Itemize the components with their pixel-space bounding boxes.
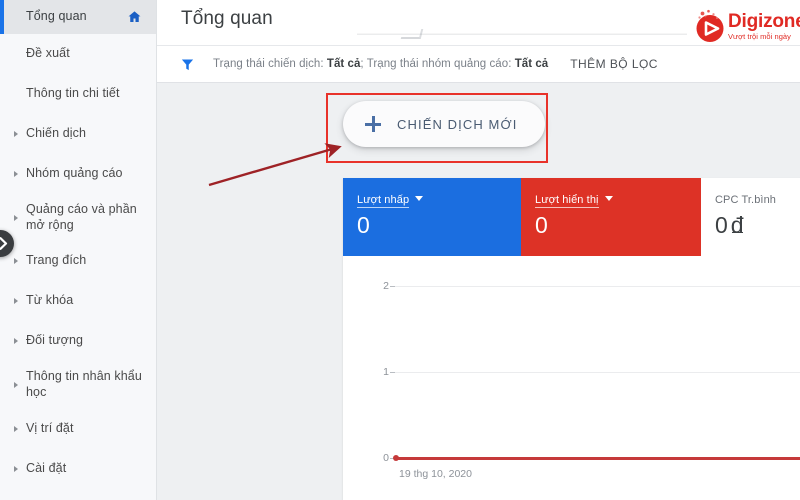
metric-card-label: CPC Tr.bình [715,194,777,206]
y-axis-tick: 2 [383,280,389,292]
chart-series-start-point [393,455,399,461]
metric-card-impressions[interactable]: Lượt hiển thị 0 [521,178,701,256]
chevron-right-icon [14,298,18,304]
filter-icon[interactable] [179,56,195,72]
page-title: Tổng quan [181,8,273,29]
sidebar-item-label: Vị trí đặt [26,421,74,436]
sidebar-item-thong-tin-nhan-khau-hoc[interactable]: Thông tin nhân khẩu học [0,361,156,409]
chevron-right-icon [14,382,18,388]
filter-separator: ; [360,58,364,70]
chevron-down-icon[interactable] [604,196,613,201]
metric-card-label: Lượt nhấp [357,194,410,208]
metric-card-label: Lượt hiển thị [535,194,599,208]
y-axis-tick: 0 [383,452,389,464]
chevron-right-icon [14,338,18,344]
grid-line [395,286,800,287]
add-filter-button[interactable]: THÊM BỘ LỌC [570,57,658,71]
x-axis-tick-label: 19 thg 10, 2020 [399,468,472,480]
main-content: CHIẾN DỊCH MỚI Lượt nhấp 0 Lượt hiển thị… [157,83,800,500]
campaign-status-value: Tất cả [326,58,361,70]
axis-tick-stub [390,286,395,287]
header-partial-chevron-icon [400,29,424,39]
campaign-status-filter[interactable]: Trạng thái chiến dịch: Tất cả; Trạng thá… [213,58,548,70]
metric-cards: Lượt nhấp 0 Lượt hiển thị 0 CPC Tr.bình … [343,178,800,256]
sidebar-item-label: Trang đích [26,253,87,268]
new-campaign-label: CHIẾN DỊCH MỚI [397,116,518,132]
sidebar: Tổng quan Đề xuất Thông tin chi tiết Chi… [0,0,157,500]
grid-line [395,372,800,373]
plus-icon [365,116,381,132]
sidebar-item-trang-dich[interactable]: Trang đích [0,241,156,281]
sidebar-item-label: Quảng cáo và phần mở rộng [26,201,137,232]
new-campaign-button-wrap: CHIẾN DỊCH MỚI [343,101,546,147]
filter-bar: Trạng thái chiến dịch: Tất cả; Trạng thá… [157,45,800,83]
play-circle-icon [690,6,730,46]
chevron-right-icon [0,237,7,250]
currency-symbol: đ [730,212,744,238]
sidebar-item-thong-tin-chi-tiet[interactable]: Thông tin chi tiết [0,74,156,114]
chevron-right-icon [14,171,18,177]
adgroup-status-value: Tất cả [514,58,549,70]
sidebar-item-tu-khoa[interactable]: Từ khóa [0,281,156,321]
home-icon [127,10,142,25]
logo-tagline: Vượt trội mỗi ngày [728,31,791,41]
metric-card-value: 0 [357,212,370,238]
sidebar-item-label: Đề xuất [26,46,70,61]
sidebar-item-quang-cao-va-phan-mo-rong[interactable]: Quảng cáo và phần mở rộng [0,194,156,241]
logo-text: Digizone Vượt trội mỗi ngày [728,12,800,41]
sidebar-item-label: Nhóm quảng cáo [26,166,123,181]
sidebar-item-label: Chiến dịch [26,126,87,141]
chevron-down-icon[interactable] [415,196,424,201]
sidebar-item-label: Đối tượng [26,333,84,348]
sidebar-item-label: Cài đặt [26,461,67,476]
sidebar-item-cai-dat[interactable]: Cài đặt [0,449,156,489]
axis-tick-stub [390,372,395,373]
chevron-right-icon [14,258,18,264]
chevron-right-icon [14,466,18,472]
sidebar-item-tong-quan[interactable]: Tổng quan [0,0,156,34]
chevron-right-icon [14,426,18,432]
metric-card-value: 0đ [715,214,800,237]
metric-card-clicks[interactable]: Lượt nhấp 0 [343,178,521,256]
chevron-right-icon [14,131,18,137]
metric-card-avg-cpc[interactable]: CPC Tr.bình 0đ [701,178,800,256]
sidebar-item-doi-tuong[interactable]: Đối tượng [0,321,156,361]
sidebar-item-label: Từ khóa [26,293,74,308]
chart-series-line-luot-nhap [395,457,800,460]
overview-panel: Lượt nhấp 0 Lượt hiển thị 0 CPC Tr.bình … [343,178,800,500]
sidebar-item-vi-tri-dat[interactable]: Vị trí đặt [0,409,156,449]
new-campaign-button[interactable]: CHIẾN DỊCH MỚI [343,101,546,147]
sidebar-item-nhom-quang-cao[interactable]: Nhóm quảng cáo [0,154,156,194]
sidebar-item-label: Tổng quan [26,9,87,24]
app-root: Tổng quan Đề xuất Thông tin chi tiết Chi… [0,0,800,500]
logo-wordmark: Digizone [728,10,800,32]
y-axis-tick: 1 [383,366,389,378]
metric-card-number: 0 [715,212,728,238]
metric-card-value: 0 [535,212,548,238]
sidebar-item-chien-dich[interactable]: Chiến dịch [0,114,156,154]
performance-chart: 2 1 0 19 thg 10, 2020 [343,256,800,500]
digizone-logo: Digizone Vượt trội mỗi ngày [690,4,800,48]
campaign-status-label: Trạng thái chiến dịch: [213,58,324,70]
sidebar-item-label: Thông tin nhân khẩu học [26,369,142,399]
adgroup-status-label: Trạng thái nhóm quảng cáo: [366,58,512,70]
chevron-right-icon [14,214,18,221]
sidebar-item-de-xuat[interactable]: Đề xuất [0,34,156,74]
sidebar-item-label: Thông tin chi tiết [26,86,120,101]
